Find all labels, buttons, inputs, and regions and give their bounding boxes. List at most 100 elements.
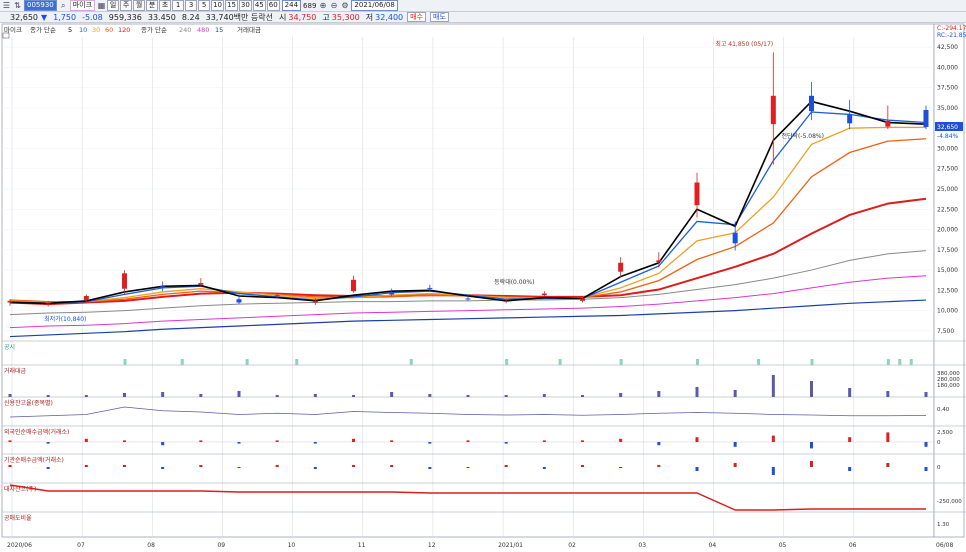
foreign-bar [886,432,890,442]
credit-tick-label: 0.40 [937,407,950,413]
low-label: 저 [365,12,374,22]
period-60-button[interactable]: 60 [266,0,280,11]
price-tick-label: 27,500 [937,166,958,173]
code-input[interactable]: 005930 [24,0,57,11]
annotation-high: 최고 41,850 (05/17) [715,40,773,48]
foreign-bar [8,440,12,442]
stock-name-field[interactable]: 마이크 [69,0,96,11]
settings-icon[interactable]: ⚙ [340,1,349,10]
inst-bar [695,467,699,471]
foreign-bar [46,442,50,444]
menu-icon[interactable]: ☰ [2,1,11,10]
period-minute-button[interactable]: 분 [146,0,159,11]
volume-bar [237,391,241,397]
open-value: 34,750 [288,12,317,22]
inst-bar [313,467,317,469]
price-tick-label: 7,500 [937,328,954,335]
rate-value: 8.24 [181,12,200,22]
candle-body [465,298,471,300]
legend-ma2-title: 종가 단순 [141,25,167,34]
volume-bar [123,393,126,397]
volume-bar [275,395,279,397]
sell-button[interactable]: 매도 [430,12,449,22]
foreign-bar [771,435,775,442]
period-month-button[interactable]: 월 [133,0,146,11]
calendar-icon[interactable]: ▦ [97,1,106,10]
price-tick-label: 35,000 [937,105,958,112]
period-15-button[interactable]: 15 [224,0,238,11]
candle-body [770,95,776,125]
foreign-bar [810,442,813,449]
candle-body [732,232,738,244]
foreign-bar [542,440,546,442]
period-10-button[interactable]: 10 [211,0,224,11]
candle-body [160,286,166,288]
inst-bar [504,465,508,467]
period-tick-button[interactable]: 초 [159,0,172,11]
volume-bar [542,394,546,397]
foreign-bar [466,440,470,442]
volume-bar [46,395,50,397]
foreign-bar [848,437,852,442]
inst-bar [123,465,126,467]
disclosure-bar [619,359,623,365]
month-label: 2021/01 [498,542,523,549]
zoom-in-icon[interactable]: ⊕ [318,1,327,10]
candle-body [541,293,547,296]
link-icon[interactable]: ⇅ [13,1,22,10]
inst-bar [352,465,355,467]
inst-bar [199,465,203,467]
foreign-bar [161,442,165,446]
price-tick-label: 17,500 [937,247,958,254]
candle-body [656,260,662,262]
search-icon[interactable]: ⌕ [59,1,68,10]
price-tick-label: 15,000 [937,267,958,274]
price-value: 32,650 [10,12,38,22]
disclosure-bar [505,359,509,365]
period-3-button[interactable]: 3 [185,0,198,11]
price-tick-label: 40,000 [937,64,958,71]
disclosure-bar [696,359,699,365]
right-label-top1: C:-294.17 [937,25,966,32]
foreign-bar [123,440,126,442]
zoom-out-icon[interactable]: ⊖ [329,1,338,10]
candle-body [809,95,814,112]
disclosure-bar [245,359,249,365]
price-tick-label: 37,500 [937,85,958,92]
disclosure-bar [409,359,413,365]
current-price-label: 32,650 [937,124,958,131]
candle-body [694,182,700,206]
disclosure-bar [886,359,890,365]
month-label: 2020/06 [7,542,32,549]
volume-bar [581,395,584,397]
volume-bar [84,395,88,397]
volume-bar [313,394,317,397]
inst-bar [657,465,661,467]
count-input[interactable]: 244 [281,0,302,11]
period-week-button[interactable]: 주 [120,0,133,11]
legend-ma1-period: 120 [118,26,130,34]
pane-title: 공매도비율 [4,514,32,522]
month-label: 05 [779,542,787,549]
month-label: 11 [358,542,366,549]
period-5-button[interactable]: 5 [198,0,211,11]
foreign-bar [619,438,623,442]
open-label: 시 [279,12,287,22]
price-tick-label: 25,000 [937,186,958,193]
buy-button[interactable]: 매수 [407,12,427,22]
annotation-mid-a: 등락대(0.00%) [494,278,534,286]
date-input[interactable]: 2021/06/08 [351,0,398,11]
inst-bar [542,467,546,469]
period-45-button[interactable]: 45 [252,0,266,11]
period-day-button[interactable]: 일 [107,0,120,11]
foreign-bar [733,442,737,447]
disclosure-bar [898,359,902,365]
inst-bar [810,461,813,467]
volume-bar [161,392,165,397]
month-label: 07 [77,542,85,549]
chart-area[interactable]: 마이크 종가 단순 5 10 30 60 120 종가 단순 240 480 15 거래대금 C:-29… [0,23,966,552]
volume-bar [886,391,890,397]
period-1-button[interactable]: 1 [172,0,185,11]
period-30-button[interactable]: 30 [238,0,252,11]
inst-bar [848,467,852,471]
